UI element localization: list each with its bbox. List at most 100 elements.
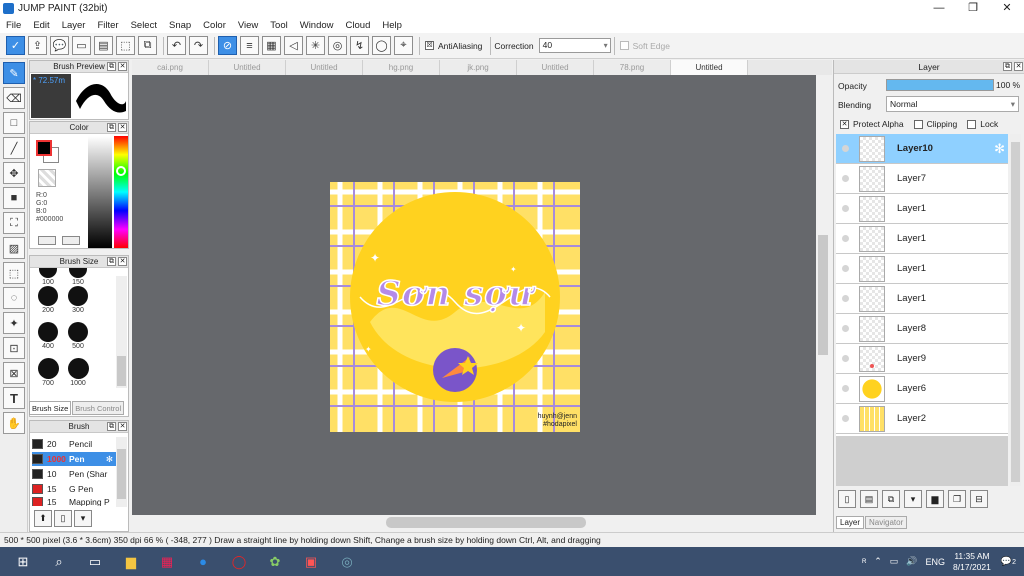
- new-layer-page-icon[interactable]: ▤: [860, 490, 878, 508]
- copy-layer-icon[interactable]: ❐: [948, 490, 966, 508]
- clock[interactable]: 11:35 AM 8/17/2021: [953, 551, 991, 573]
- export-icon[interactable]: ⇪: [28, 36, 47, 55]
- chevron-up-icon[interactable]: ⌃: [874, 556, 882, 567]
- select-rect-tool-icon[interactable]: ⬚: [3, 262, 25, 284]
- menu-view[interactable]: View: [232, 20, 264, 31]
- language-indicator[interactable]: ENG: [926, 557, 946, 567]
- brush-tool-icon[interactable]: ✎: [3, 62, 25, 84]
- brush-item[interactable]: 10 Pen (Shar: [32, 467, 116, 481]
- pin-icon[interactable]: ⌖: [394, 36, 413, 55]
- artwork-canvas[interactable]: ✦ ✦ ✦ ✦ Sơn sợư huynh@jenn #hodapixel: [330, 182, 580, 432]
- volume-icon[interactable]: 🔊: [906, 556, 917, 567]
- color-swap-button[interactable]: [62, 236, 80, 245]
- tab-layer[interactable]: Layer: [836, 516, 865, 529]
- layer-row[interactable]: Layer1: [836, 194, 1008, 224]
- layer-row[interactable]: Layer2: [836, 404, 1008, 434]
- brush-size-option[interactable]: 1000: [62, 358, 94, 387]
- brush-size-option[interactable]: 300: [62, 286, 94, 314]
- menu-file[interactable]: File: [0, 20, 27, 31]
- layer-menu-icon[interactable]: ▾: [904, 490, 922, 508]
- concentric-snap-icon[interactable]: ◎: [328, 36, 347, 55]
- brush-new-icon[interactable]: ▯: [54, 510, 72, 527]
- scroll-thumb[interactable]: [1011, 142, 1020, 482]
- scroll-thumb[interactable]: [386, 517, 586, 528]
- doc-tab[interactable]: Untitled: [286, 60, 363, 75]
- undock-icon[interactable]: ⧉: [107, 422, 116, 431]
- visibility-toggle-icon[interactable]: [842, 235, 849, 242]
- visibility-toggle-icon[interactable]: [842, 415, 849, 422]
- settings-snap-icon[interactable]: ◯: [372, 36, 391, 55]
- canvas-vertical-scrollbar[interactable]: [816, 75, 830, 515]
- duplicate-layer-icon[interactable]: ⧉: [882, 490, 900, 508]
- layer-row[interactable]: Layer1: [836, 284, 1008, 314]
- zalo-icon[interactable]: ●: [190, 551, 216, 573]
- perspective-snap-icon[interactable]: ◁: [284, 36, 303, 55]
- gear-icon[interactable]: ✻: [994, 141, 1005, 157]
- undock-icon[interactable]: ⧉: [107, 123, 116, 132]
- scroll-thumb[interactable]: [117, 356, 126, 386]
- brush-item[interactable]: 20 Pencil: [32, 437, 116, 451]
- gear-icon[interactable]: ✻: [106, 454, 113, 465]
- doc-tab[interactable]: hg.png: [363, 60, 440, 75]
- close-icon[interactable]: ✕: [118, 62, 127, 71]
- brush-size-option[interactable]: 700: [32, 358, 64, 387]
- gradient-tool-icon[interactable]: ▨: [3, 237, 25, 259]
- close-button[interactable]: ✕: [990, 0, 1024, 17]
- speech-icon[interactable]: 💬: [50, 36, 69, 55]
- layer-row[interactable]: Layer6: [836, 374, 1008, 404]
- lasso-tool-icon[interactable]: ◌: [3, 287, 25, 309]
- select-eraser-tool-icon[interactable]: ⊠: [3, 362, 25, 384]
- menu-help[interactable]: Help: [376, 20, 408, 31]
- protect-alpha-checkbox[interactable]: ✕: [840, 119, 849, 129]
- brush-menu-icon[interactable]: ▾: [74, 510, 92, 527]
- color-eyedropper-button[interactable]: [38, 236, 56, 245]
- menu-cloud[interactable]: Cloud: [340, 20, 377, 31]
- hand-tool-icon[interactable]: ✋: [3, 412, 25, 434]
- text-tool-icon[interactable]: T: [3, 387, 25, 409]
- brush-list-scrollbar[interactable]: [116, 437, 127, 507]
- select-all-icon[interactable]: ✓: [6, 36, 25, 55]
- lock-checkbox[interactable]: [967, 119, 977, 129]
- bucket-tool-icon[interactable]: ⛶: [3, 212, 25, 234]
- opera-icon[interactable]: ◯: [226, 551, 252, 573]
- jump-paint-icon[interactable]: ▣: [298, 551, 324, 573]
- blending-select[interactable]: Normal ▾: [886, 96, 1019, 112]
- brush-item[interactable]: 15 G Pen: [32, 482, 116, 496]
- doc-tab[interactable]: 78.png: [594, 60, 671, 75]
- task-view-icon[interactable]: ▭: [82, 551, 108, 573]
- brush-size-option[interactable]: 150: [62, 268, 94, 286]
- undock-icon[interactable]: ⧉: [107, 62, 116, 71]
- brush-size-option[interactable]: 100: [32, 268, 64, 286]
- line-tool-icon[interactable]: ╱: [3, 137, 25, 159]
- app-grid-icon[interactable]: ▦: [154, 551, 180, 573]
- correction-select[interactable]: 40 ▾: [538, 38, 611, 53]
- monitor-icon[interactable]: ▭: [72, 36, 91, 55]
- eraser-tool-icon[interactable]: ⌫: [3, 87, 25, 109]
- new-layer-icon[interactable]: ▯: [838, 490, 856, 508]
- cortana-icon[interactable]: ◎: [334, 551, 360, 573]
- close-icon[interactable]: ✕: [118, 257, 127, 266]
- menu-color[interactable]: Color: [197, 20, 232, 31]
- brush-size-option[interactable]: 500: [62, 322, 94, 350]
- snap-off-icon[interactable]: ⊘: [218, 36, 237, 55]
- brush-item[interactable]: 1000 Pen ✻: [32, 452, 116, 466]
- menu-layer[interactable]: Layer: [56, 20, 92, 31]
- doc-tab[interactable]: jk.png: [440, 60, 517, 75]
- layer-list-scrollbar[interactable]: [1010, 134, 1021, 486]
- undo-icon[interactable]: ↶: [167, 36, 186, 55]
- foreground-color-swatch[interactable]: [36, 140, 52, 156]
- undock-icon[interactable]: ⧉: [107, 257, 116, 266]
- rectangle-tool-icon[interactable]: □: [3, 112, 25, 134]
- visibility-toggle-icon[interactable]: [842, 175, 849, 182]
- visibility-toggle-icon[interactable]: [842, 385, 849, 392]
- menu-filter[interactable]: Filter: [91, 20, 124, 31]
- close-icon[interactable]: ✕: [118, 123, 127, 132]
- menu-tool[interactable]: Tool: [264, 20, 293, 31]
- visibility-toggle-icon[interactable]: [842, 355, 849, 362]
- close-icon[interactable]: ✕: [118, 422, 127, 431]
- brush-item[interactable]: 15 Mapping P: [32, 497, 116, 506]
- brush-size-scrollbar[interactable]: [116, 276, 127, 388]
- canvas-horizontal-scrollbar[interactable]: [132, 515, 830, 530]
- visibility-toggle-icon[interactable]: [842, 145, 849, 152]
- redo-icon[interactable]: ↷: [189, 36, 208, 55]
